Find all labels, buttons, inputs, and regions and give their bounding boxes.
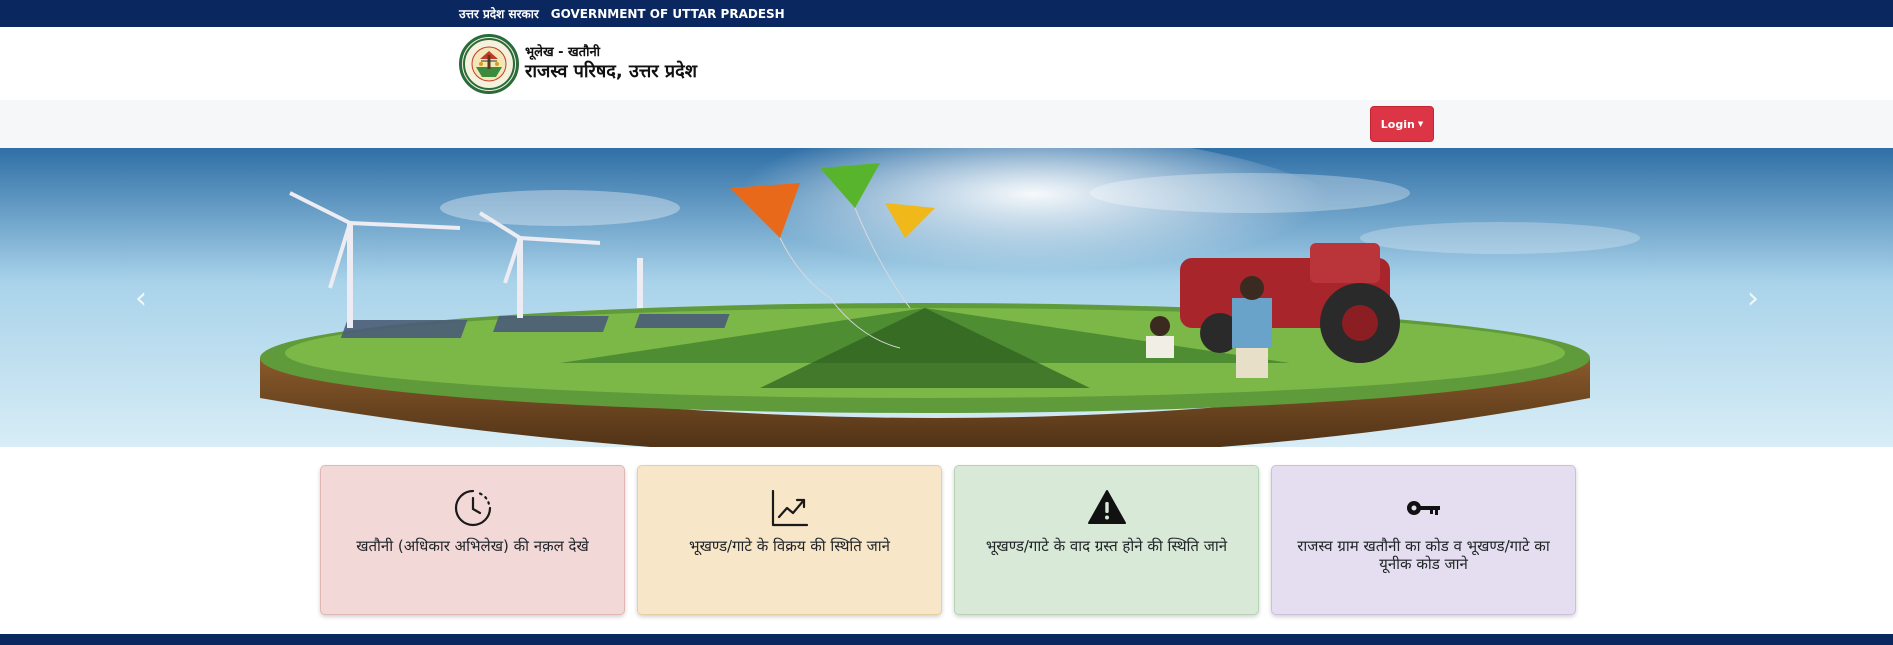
card-khatauni-copy[interactable]: खतौनी (अधिकार अभिलेख) की नक़ल देखे xyxy=(320,465,625,615)
card-plot-dispute-status[interactable]: भूखण्ड/गाटे के वाद ग्रस्त होने की स्थिति… xyxy=(954,465,1259,615)
login-dropdown-button[interactable]: Login ▼ xyxy=(1370,106,1434,142)
card-plot-sale-status[interactable]: भूखण्ड/गाटे के विक्रय की स्थिति जाने xyxy=(637,465,942,615)
carousel-prev-button[interactable]: ‹ xyxy=(126,278,156,318)
hero-carousel: ‹ › xyxy=(0,148,1893,447)
hero-banner-image xyxy=(0,148,1893,447)
carousel-next-button[interactable]: › xyxy=(1738,278,1768,318)
top-bar-content: उत्तर प्रदेश सरकार GOVERNMENT OF UTTAR P… xyxy=(459,0,785,27)
key-icon xyxy=(1403,487,1445,529)
government-hindi-label: उत्तर प्रदेश सरकार xyxy=(459,7,539,21)
login-label: Login xyxy=(1380,117,1415,131)
card-label: भूखण्ड/गाटे के विक्रय की स्थिति जाने xyxy=(689,537,890,555)
card-label: खतौनी (अधिकार अभिलेख) की नक़ल देखे xyxy=(356,537,589,555)
caret-down-icon: ▼ xyxy=(1417,120,1424,128)
brand-titles: भूलेख - खतौनी राजस्व परिषद, उत्तर प्रदेश xyxy=(525,45,697,83)
navbar: Login ▼ xyxy=(0,100,1893,148)
card-label: राजस्व ग्राम खतौनी का कोड व भूखण्ड/गाटे … xyxy=(1297,537,1550,573)
government-english-label: GOVERNMENT OF UTTAR PRADESH xyxy=(550,6,785,21)
board-of-revenue-emblem-icon[interactable] xyxy=(459,34,519,94)
brand-header: भूलेख - खतौनी राजस्व परिषद, उत्तर प्रदेश xyxy=(0,27,1893,100)
top-bar: उत्तर प्रदेश सरकार GOVERNMENT OF UTTAR P… xyxy=(0,0,1893,27)
brand-title[interactable]: राजस्व परिषद, उत्तर प्रदेश xyxy=(525,61,697,83)
card-label: भूखण्ड/गाटे के वाद ग्रस्त होने की स्थिति… xyxy=(985,537,1228,555)
clock-history-icon xyxy=(452,487,494,529)
brand-subtitle: भूलेख - खतौनी xyxy=(525,45,601,60)
warning-triangle-icon xyxy=(1086,487,1128,529)
service-cards: खतौनी (अधिकार अभिलेख) की नक़ल देखे भूखण्… xyxy=(0,465,1893,615)
graph-up-arrow-icon xyxy=(769,487,811,529)
card-village-unique-code[interactable]: राजस्व ग्राम खतौनी का कोड व भूखण्ड/गाटे … xyxy=(1271,465,1576,615)
footer-bar xyxy=(0,634,1893,645)
